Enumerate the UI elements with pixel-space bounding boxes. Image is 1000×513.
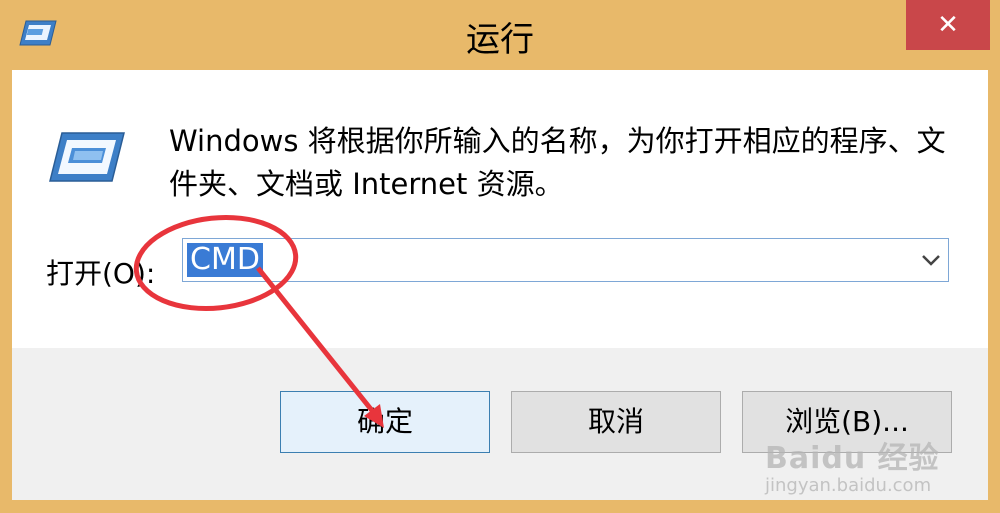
title-bar[interactable]: 运行 ✕	[0, 0, 1000, 70]
dialog-description: Windows 将根据你所输入的名称，为你打开相应的程序、文件夹、文档或 Int…	[169, 124, 946, 201]
run-dialog-window: 运行 ✕ Windows 将根据你所输入的名称，为你打开相应的程序、文件夹、文档…	[0, 0, 1000, 513]
close-icon: ✕	[937, 10, 959, 40]
close-button[interactable]: ✕	[906, 0, 990, 50]
watermark-url: jingyan.baidu.com	[765, 475, 932, 496]
chevron-down-icon[interactable]	[920, 249, 942, 271]
cancel-button[interactable]: 取消	[511, 391, 721, 453]
watermark-logo-text: Baidu 经验	[765, 441, 940, 476]
baidu-watermark: Baidu 经验 jingyan.baidu.com	[765, 415, 995, 510]
open-label: 打开(O):	[46, 257, 156, 290]
command-combobox[interactable]: CMD	[182, 238, 949, 282]
run-icon	[49, 132, 125, 182]
command-input-value[interactable]: CMD	[187, 243, 263, 277]
ok-button[interactable]: 确定	[280, 391, 490, 453]
window-title: 运行	[466, 20, 534, 60]
